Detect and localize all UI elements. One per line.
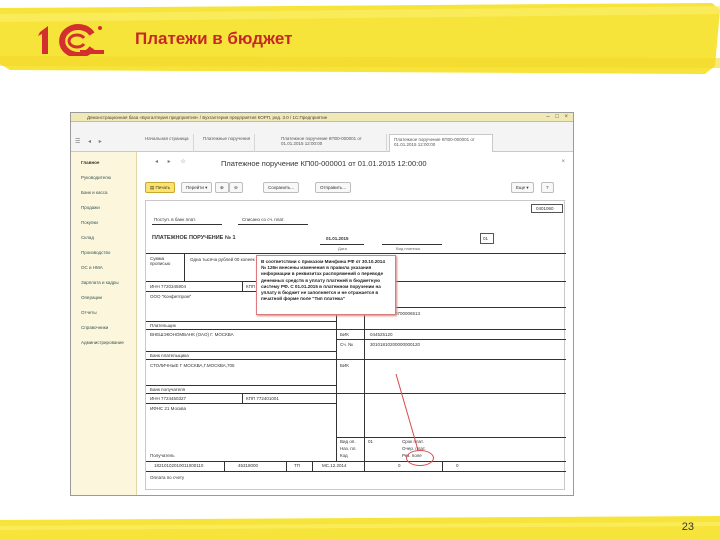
tax-period-value: МС.12.2014 <box>322 463 347 468</box>
payer-bank-label: Банк плательщика <box>150 353 189 358</box>
sidebar-item-warehouse[interactable]: Склад <box>81 235 94 240</box>
sidebar-item-assets[interactable]: ОС и НМА <box>81 265 103 270</box>
back-forward-icon[interactable]: ◂ ▸ ☆ <box>155 158 190 165</box>
recipient-inn: ИНН 7724450327 <box>150 396 187 401</box>
payer-inn: ИНН 7720345904 <box>150 284 187 289</box>
save-button[interactable]: Сохранить... <box>263 182 300 193</box>
form-code: 0401060 <box>536 206 554 211</box>
payer-name: ООО "Конфетпром" <box>150 294 192 299</box>
pay-term-label: Срок плат. <box>402 439 424 444</box>
sidebar-item-sales[interactable]: Продажи <box>81 205 100 210</box>
recipient-name: ИФНС 21 Москва <box>150 406 187 411</box>
recipient-kpp: КПП 772401001 <box>246 396 279 401</box>
order-date: 01.01.2015 <box>326 236 349 241</box>
code-label: Код <box>340 453 348 458</box>
sidebar-item-bank[interactable]: Банк и касса <box>81 190 108 195</box>
kind-op-value: 01 <box>368 439 374 444</box>
highlight-oval <box>406 450 434 466</box>
sidebar-item-production[interactable]: Производство <box>81 250 110 255</box>
document-toolbar: ▤ Печать Перейти ▾ ⊕ ⊖ Сохранить... Отпр… <box>145 182 565 194</box>
status-value: 01 <box>483 236 489 241</box>
print-button[interactable]: ▤ Печать <box>145 182 176 193</box>
payer-label: Плательщик <box>150 323 176 328</box>
corr-account-label: Сч. № <box>340 342 353 347</box>
payment-order-form: 0401060 Поступ. в банк плат. Списано со … <box>145 200 566 490</box>
kind-op-label: Вид оп. <box>340 439 356 444</box>
tab-payment-order-2[interactable]: Платежное поручение КП00-000001 от 01.01… <box>389 134 493 152</box>
header-band <box>0 0 720 78</box>
more-button[interactable]: Еще ▾ <box>511 182 534 193</box>
footer-band <box>0 514 720 540</box>
tab-payment-order-1[interactable]: Платежное поручение КП00-000001 от 01.01… <box>277 134 387 152</box>
sidebar-item-manager[interactable]: Руководителю <box>81 175 111 180</box>
debited-label: Списано со сч. плат. <box>242 217 285 222</box>
payer-bank: ВНЕШЭКОНОМБАНК (ОАО) Г. МОСКВА <box>150 332 234 337</box>
zoom-out-icon[interactable]: ⊖ <box>229 182 243 193</box>
document-title: Платежное поручение КП00-000001 от 01.01… <box>221 159 427 168</box>
goto-button[interactable]: Перейти ▾ <box>181 182 213 193</box>
sum-words: Одна тысяча рублей 00 копеек <box>190 257 255 262</box>
basis-value: ТП <box>294 463 300 468</box>
purpose-label: Оплата по счету <box>150 475 185 480</box>
sidebar-item-references[interactable]: Справочники <box>81 325 108 330</box>
purpose-code-label: Наз. пл. <box>340 446 357 451</box>
recipient-label: Получатель <box>150 453 175 458</box>
tab-home[interactable]: Начальная страница <box>141 134 194 152</box>
sidebar: Главное Руководителю Банк и касса Продаж… <box>71 152 137 495</box>
slide-title: Платежи в бюджет <box>135 29 293 48</box>
kbk-value: 18210102010011000110 <box>154 463 204 468</box>
help-button[interactable]: ? <box>541 182 554 193</box>
note-callout: В соответствии с приказом Минфина РФ от … <box>256 255 396 315</box>
sidebar-item-reports[interactable]: Отчеты <box>81 310 97 315</box>
date-label: Дата <box>338 246 347 251</box>
window-title: Демонстрационная база «Бухгалтерия предп… <box>87 115 328 120</box>
oktmo-value: 45318000 <box>238 463 259 468</box>
bik-label: БИК <box>340 332 349 337</box>
recipient-bik-label: БИК <box>340 363 349 368</box>
bik-value: 044525120 <box>370 332 393 337</box>
recipient-bank-label: Банк получателя <box>150 387 186 392</box>
window-controls-icon[interactable]: – □ × <box>546 114 570 120</box>
sidebar-item-main[interactable]: Главное <box>81 160 99 165</box>
sidebar-item-purchases[interactable]: Покупки <box>81 220 98 225</box>
window-titlebar: Демонстрационная база «Бухгалтерия предп… <box>71 113 573 122</box>
sidebar-item-admin[interactable]: Администрирование <box>81 340 124 345</box>
tabs-bar: ☰ ◂ ▸ Начальная страница Платежные поруч… <box>71 122 573 152</box>
1c-logo-icon <box>38 24 104 56</box>
received-label: Поступ. в банк плат. <box>154 217 196 222</box>
document-area: ◂ ▸ ☆ Платежное поручение КП00-000001 от… <box>137 152 573 495</box>
sum-words-label: Сумма прописью <box>150 256 171 266</box>
doc-date-value: 0 <box>456 463 459 468</box>
sidebar-item-operations[interactable]: Операции <box>81 295 102 300</box>
zoom-icon[interactable]: ⊕ <box>215 182 229 193</box>
recipient-bank: СТОЛИЧНЫЕ Г МОСКВА,Г.МОСКВА,705 <box>150 363 235 368</box>
order-heading: ПЛАТЕЖНОЕ ПОРУЧЕНИЕ № 1 <box>152 235 236 241</box>
doc-num-value: 0 <box>398 463 401 468</box>
sidebar-item-salary[interactable]: Зарплата и кадры <box>81 280 119 285</box>
payment-type-label: Вид платежа <box>396 246 420 251</box>
page-number: 23 <box>681 521 694 533</box>
corr-account: 30101810200000000120 <box>370 342 421 347</box>
send-button[interactable]: Отправить... <box>315 182 352 193</box>
tab-payment-orders[interactable]: Платежные поручения <box>199 134 256 152</box>
home-icon[interactable]: ☰ ◂ ▸ <box>75 138 105 145</box>
close-icon[interactable]: × <box>561 159 565 165</box>
